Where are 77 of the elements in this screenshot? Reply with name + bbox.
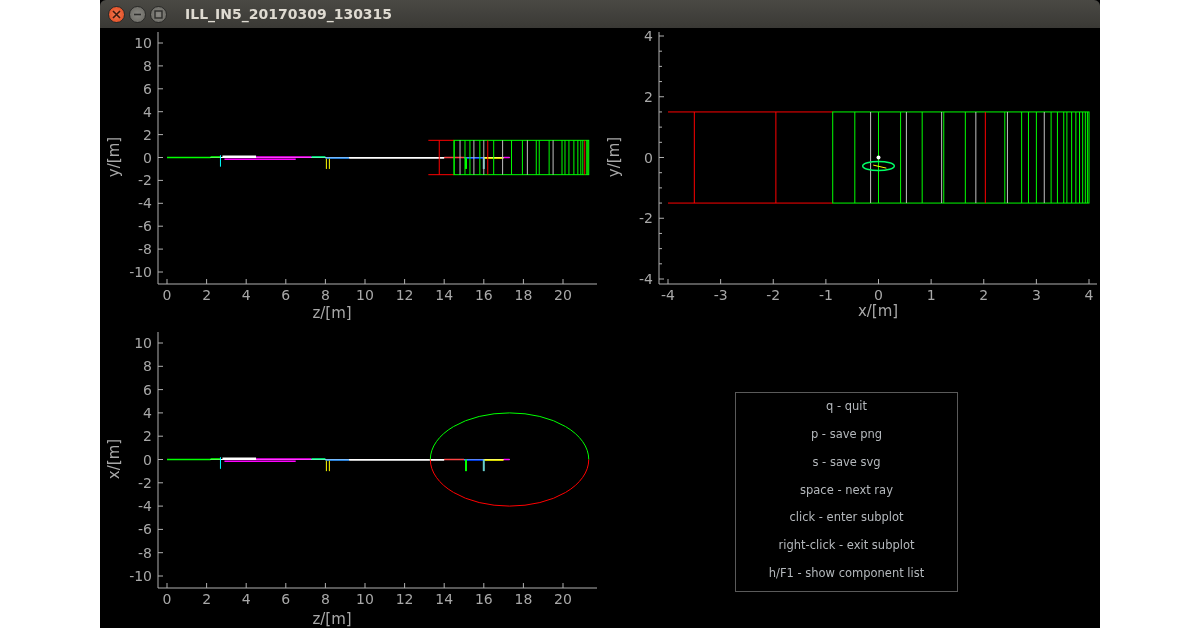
tick-label: 8 (143, 57, 152, 74)
tick-label: 10 (356, 287, 374, 303)
shortcut-hint: q - quit (825, 398, 868, 415)
tick-label: 10 (134, 35, 152, 51)
tick-label: -4 (661, 287, 675, 303)
tick-label: 12 (395, 591, 414, 607)
tick-label: 4 (1084, 287, 1094, 303)
tick-label: 8 (143, 358, 152, 375)
tick-label: -8 (138, 544, 152, 561)
tick-label: 0 (162, 287, 172, 303)
tick-label: 2 (143, 428, 152, 445)
tick-label: 0 (143, 451, 152, 468)
tick-label: 12 (395, 287, 414, 303)
tick-label: 4 (644, 28, 653, 44)
close-button[interactable] (108, 5, 125, 23)
tick-label: -10 (129, 264, 152, 280)
tick-label: -4 (639, 271, 653, 287)
axis-label: x/[m] (857, 302, 899, 320)
tick-label: 18 (514, 591, 533, 607)
minimize-button[interactable] (129, 5, 146, 23)
tick-label: -4 (138, 195, 152, 212)
tick-label: 2 (202, 287, 212, 303)
tick-label: -3 (713, 287, 728, 303)
tick-label: 0 (143, 149, 152, 166)
tick-label: 2 (202, 591, 212, 607)
tick-label: 14 (435, 287, 454, 303)
maximize-button[interactable] (150, 5, 167, 23)
close-icon (112, 9, 121, 19)
tick-label: -2 (766, 287, 781, 303)
tick-label: -8 (138, 241, 152, 258)
shortcut-hint: h/F1 - show component list (768, 565, 925, 583)
axis-label: z/[m] (312, 304, 352, 320)
tick-label: 16 (474, 591, 493, 607)
tick-label: 10 (134, 335, 152, 351)
tick-label: 0 (644, 149, 653, 166)
tick-label: 4 (143, 103, 152, 120)
tick-label: 0 (162, 591, 172, 607)
tick-label: 4 (241, 591, 251, 607)
tick-label: 2 (143, 126, 152, 143)
tick-label: 2 (644, 88, 653, 105)
maximize-icon (154, 9, 163, 19)
tick-label: -6 (138, 521, 152, 538)
tick-label: 6 (143, 80, 152, 97)
tick-label: 10 (356, 591, 374, 607)
window-title: ILL_IN5_20170309_130315 (185, 6, 393, 22)
tick-label: 4 (143, 404, 152, 421)
tick-label: -10 (129, 568, 152, 584)
tick-label: 6 (281, 287, 291, 303)
tick-label: 6 (281, 591, 291, 607)
axis-label: y/[m] (605, 136, 623, 178)
tick-label: -6 (138, 218, 152, 235)
tick-label: 16 (474, 287, 493, 303)
shortcut-hint: space - next ray (800, 481, 893, 499)
shortcut-hint: s - save svg (812, 453, 881, 471)
axis-label: y/[m] (105, 136, 123, 178)
tick-label: 18 (514, 287, 533, 303)
tick-label: 8 (320, 287, 330, 303)
tick-label: 0 (874, 287, 883, 303)
tick-label: -2 (138, 474, 152, 491)
tick-label: 20 (554, 591, 572, 607)
tick-label: 3 (1031, 287, 1041, 303)
shortcut-hint: right-click - exit subplot (778, 537, 915, 555)
tick-label: -4 (138, 498, 152, 515)
tick-label: -2 (138, 172, 152, 189)
tick-label: 8 (320, 591, 330, 607)
shortcut-hint: click - enter subplot (789, 509, 904, 527)
axis-label: x/[m] (105, 438, 123, 480)
tick-label: 6 (143, 381, 152, 398)
tick-label: -1 (818, 287, 833, 303)
tick-label: 20 (554, 287, 572, 303)
tick-label: -2 (639, 210, 653, 227)
axis-label: z/[m] (312, 610, 352, 628)
tick-label: 14 (435, 591, 454, 607)
tick-label: 1 (926, 287, 936, 303)
tick-label: 4 (241, 287, 251, 303)
shortcut-hint: p - save png (810, 425, 883, 443)
tick-label: 2 (979, 287, 989, 303)
